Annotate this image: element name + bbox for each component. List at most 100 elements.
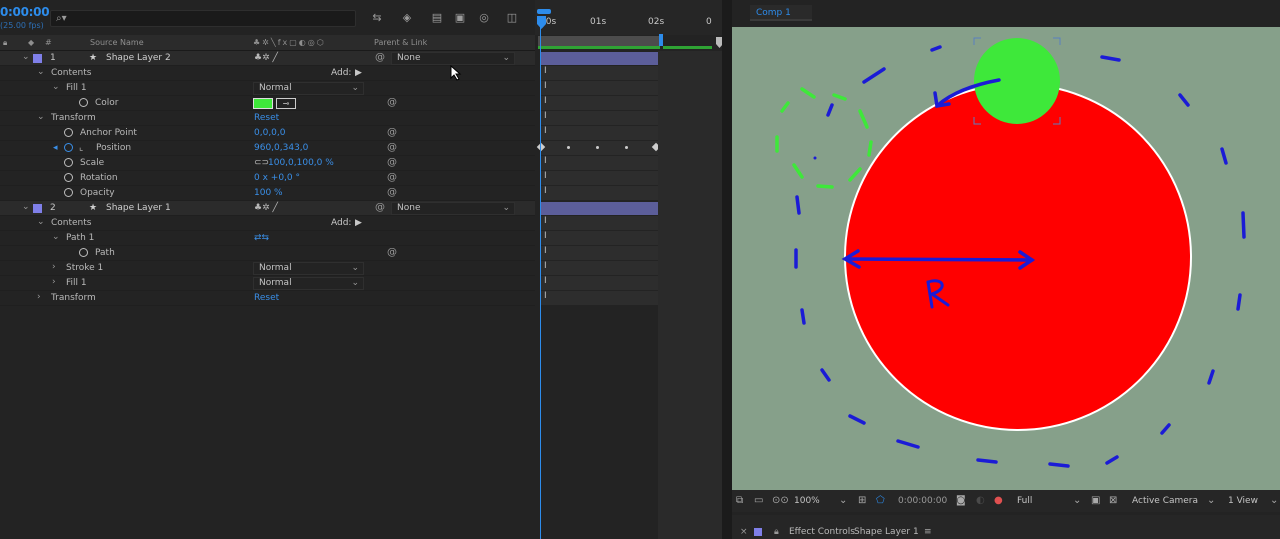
time-ruler[interactable]: 00s 01s 02s 0 (535, 0, 723, 49)
lock-icon[interactable]: 🔒︎ (774, 527, 779, 537)
label-swatch[interactable] (33, 54, 42, 63)
path-direction-icon[interactable]: ⇄⇆ (254, 233, 269, 243)
expand-icon[interactable]: ⌄ (37, 217, 45, 227)
expand-icon[interactable]: ⌄ (52, 232, 60, 242)
search-input[interactable]: ⌕▾ (50, 10, 356, 27)
fill-row[interactable]: › Fill 1 Normal ⌄ (0, 276, 535, 291)
layer-name[interactable]: Shape Layer 2 (106, 53, 171, 63)
parent-link-header[interactable]: Parent & Link (374, 38, 427, 47)
roving-keyframe-icon[interactable] (567, 146, 570, 149)
effect-controls-tab[interactable]: × 🔒︎ Effect Controls Shape Layer 1 ≡ (732, 515, 1280, 539)
expand-icon[interactable]: ⌄ (22, 202, 30, 212)
current-time[interactable]: 0:00:00 (0, 5, 50, 19)
prop-value[interactable]: 0 x +0,0 ° (254, 173, 300, 183)
stopwatch-icon[interactable] (79, 98, 88, 107)
shape-switch-icons[interactable]: ♣✲ ╱ (254, 53, 278, 63)
motion-blur-icon[interactable]: ▣ (453, 11, 467, 25)
color-swatch[interactable] (253, 98, 273, 109)
prop-value[interactable]: 100 % (254, 188, 283, 198)
collapse-icon[interactable]: › (52, 262, 56, 272)
expand-icon[interactable]: ⌄ (22, 52, 30, 62)
contents-row[interactable]: ⌄ Contents Add: ▶ (0, 216, 535, 231)
stopwatch-icon[interactable] (64, 188, 73, 197)
label-icon[interactable]: ◆ (28, 38, 34, 47)
source-name-header[interactable]: Source Name (90, 38, 144, 47)
reset-link[interactable]: Reset (254, 293, 279, 303)
work-area-end[interactable] (659, 34, 663, 46)
chevron-down-icon[interactable]: ⌄ (1207, 495, 1215, 506)
chevron-down-icon[interactable]: ⌄ (839, 495, 847, 506)
parent-dropdown[interactable]: None ⌄ (391, 202, 515, 215)
expand-icon[interactable]: ⌄ (52, 82, 60, 92)
prop-value[interactable]: 960,0,343,0 (254, 143, 308, 153)
viewer-timecode[interactable]: 0:00:00:00 (898, 496, 947, 506)
pickwhip-icon[interactable]: @ (387, 157, 397, 168)
shy-icon[interactable]: ◈ (400, 11, 414, 25)
anchor-point-row[interactable]: Anchor Point 0,0,0,0 @ (0, 126, 535, 141)
stopwatch-icon[interactable] (64, 158, 73, 167)
camera-snapshot-icon[interactable]: ◙ (956, 495, 966, 506)
link-icon[interactable]: ⊂⊃ (254, 158, 269, 168)
stopwatch-icon[interactable] (79, 248, 88, 257)
prop-value[interactable]: 100,0,100,0 % (268, 158, 334, 168)
eyedropper-icon[interactable]: ⊸ (276, 98, 296, 109)
roving-keyframe-icon[interactable] (596, 146, 599, 149)
chevron-down-icon[interactable]: ⌄ (1270, 495, 1278, 506)
zoom-dropdown[interactable]: 100% (794, 496, 820, 506)
transform-row[interactable]: › Transform Reset (0, 291, 535, 306)
pickwhip-icon[interactable]: @ (387, 97, 397, 108)
menu-icon[interactable]: ≡ (924, 527, 932, 537)
blend-mode-dropdown[interactable]: Normal ⌄ (253, 82, 364, 95)
frame-blend-icon[interactable]: ▤ (430, 11, 444, 25)
stopwatch-icon[interactable] (64, 173, 73, 182)
shape-switch-icons[interactable]: ♣✲ ╱ (254, 203, 278, 213)
channel-icon[interactable]: ● (994, 495, 1003, 506)
roving-keyframe-icon[interactable] (625, 146, 628, 149)
stopwatch-icon[interactable] (64, 128, 73, 137)
show-snapshot-icon[interactable]: ◐ (976, 495, 985, 506)
pickwhip-icon[interactable]: @ (387, 247, 397, 258)
expand-icon[interactable]: ⌄ (37, 112, 45, 122)
work-area-bar[interactable] (538, 36, 660, 46)
expand-icon[interactable]: ⌄ (37, 67, 45, 77)
add-label[interactable]: Add: (331, 218, 351, 228)
layer-row-2[interactable]: ⌄ 2 ★ Shape Layer 1 ♣✲ ╱ @ None ⌄ (0, 201, 535, 216)
add-play-icon[interactable]: ▶ (355, 68, 362, 78)
opacity-row[interactable]: Opacity 100 % @ (0, 186, 535, 201)
blend-mode-dropdown[interactable]: Normal ⌄ (253, 277, 364, 290)
rotation-row[interactable]: Rotation 0 x +0,0 ° @ (0, 171, 535, 186)
parent-dropdown[interactable]: None ⌄ (391, 52, 515, 65)
monitor-icon[interactable]: ▭ (754, 495, 763, 506)
add-play-icon[interactable]: ▶ (355, 218, 362, 228)
path-row[interactable]: Path @ (0, 246, 535, 261)
collapse-icon[interactable]: › (37, 292, 41, 302)
close-icon[interactable]: × (740, 527, 748, 537)
path-group-row[interactable]: ⌄ Path 1 ⇄⇆ (0, 231, 535, 246)
pickwhip-icon[interactable]: @ (375, 52, 385, 63)
comp-canvas[interactable]: R (732, 27, 1280, 490)
stroke-row[interactable]: › Stroke 1 Normal ⌄ (0, 261, 535, 276)
blend-mode-dropdown[interactable]: Normal ⌄ (253, 262, 364, 275)
pickwhip-icon[interactable]: @ (387, 172, 397, 183)
work-area-start[interactable] (537, 9, 551, 14)
chevron-down-icon[interactable]: ⌄ (1073, 495, 1081, 506)
grid-icon[interactable]: ⊞ (858, 495, 866, 506)
stopwatch-icon[interactable] (64, 143, 73, 152)
resolution-dropdown[interactable]: Full (1017, 496, 1032, 506)
fill-row[interactable]: ⌄ Fill 1 Normal ⌄ (0, 81, 535, 96)
layer-name[interactable]: Shape Layer 1 (106, 203, 171, 213)
color-row[interactable]: Color ⊸ @ (0, 96, 535, 111)
pickwhip-icon[interactable]: @ (387, 187, 397, 198)
graph-icon[interactable]: ⌞ (79, 143, 83, 153)
vr-icon[interactable]: ⊙⊙ (772, 495, 789, 506)
pickwhip-icon[interactable]: @ (387, 142, 397, 153)
view-layout-dropdown[interactable]: 1 View (1228, 496, 1258, 506)
comp-flowchart-icon[interactable]: ◫ (505, 11, 519, 25)
preview-icon[interactable]: ⧉ (736, 495, 743, 506)
label-swatch[interactable] (33, 204, 42, 213)
panel-divider[interactable] (722, 0, 732, 539)
lock-icon[interactable]: 🔒︎ (3, 38, 7, 48)
add-label[interactable]: Add: (331, 68, 351, 78)
camera-dropdown[interactable]: Active Camera (1132, 496, 1198, 506)
keyframe-nav-icon[interactable]: ◂ (53, 143, 58, 153)
